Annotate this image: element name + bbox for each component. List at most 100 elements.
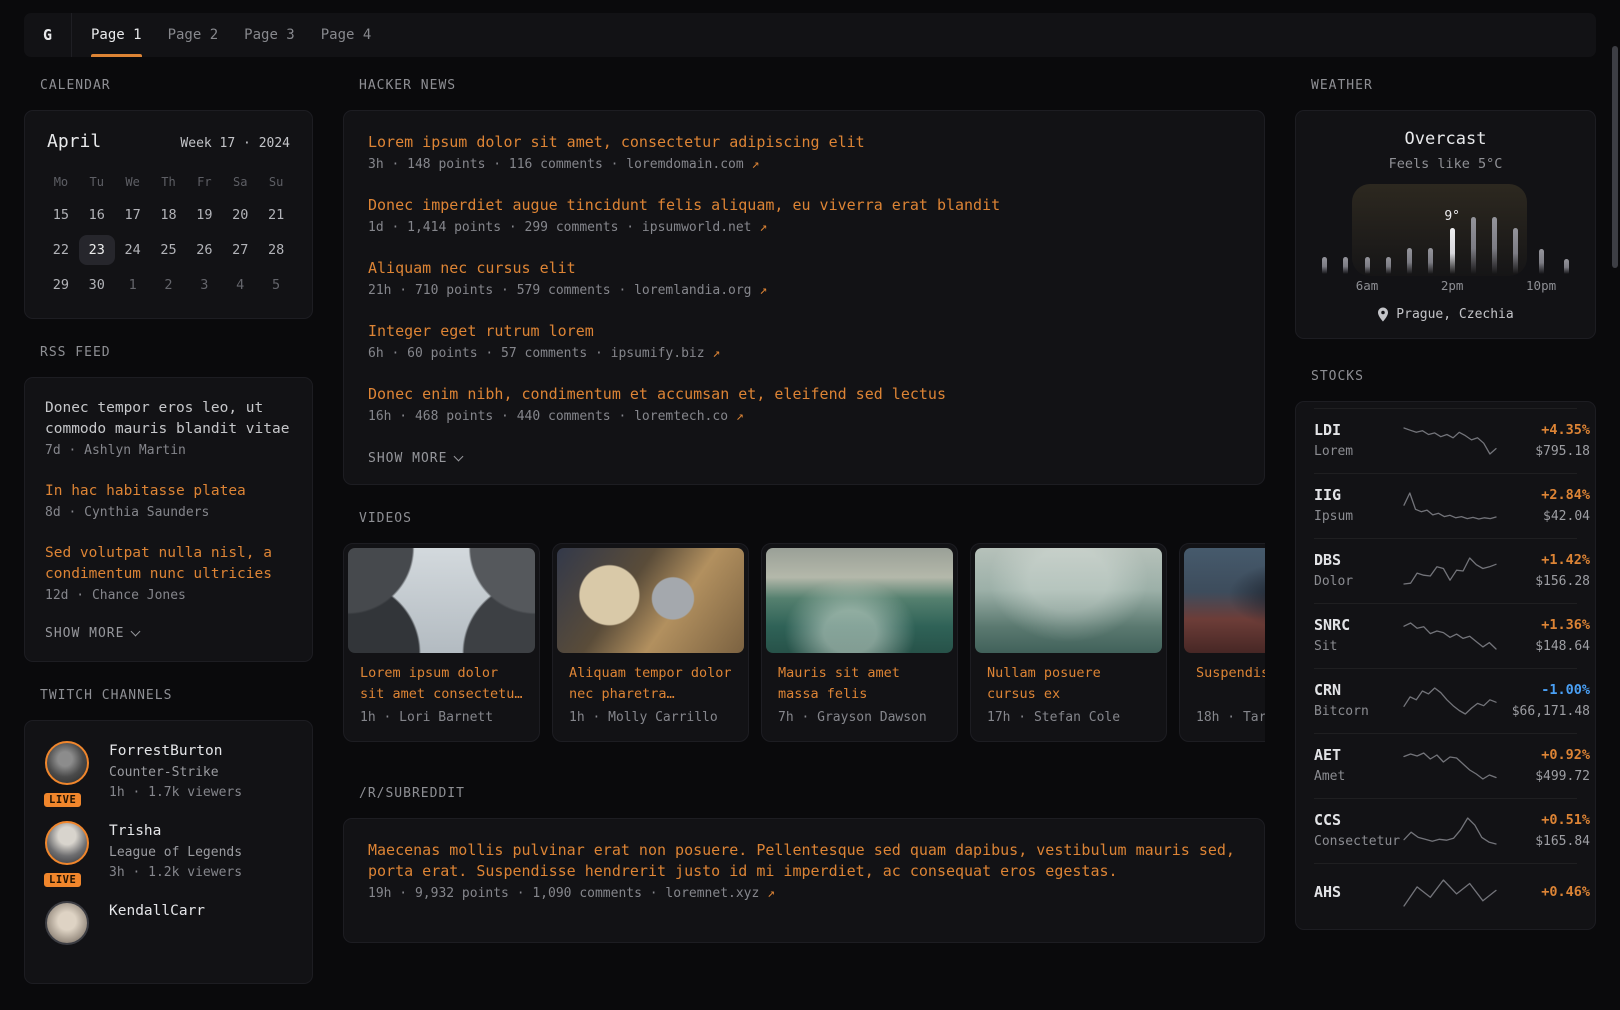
weather-hour-cell [1314,188,1335,294]
hn-item-meta-text: 16h · 468 points · 440 comments · loremt… [368,409,728,424]
stock-row[interactable]: DBS Dolor +1.42% $156.28 [1314,538,1577,603]
video-thumbnail[interactable] [975,548,1162,653]
stock-company-name: Amet [1314,767,1402,786]
hn-item-title[interactable]: Donec imperdiet augue tincidunt felis al… [368,195,1240,216]
weather-tick-label: 10pm [1526,276,1556,294]
avatar[interactable] [45,741,89,785]
stock-symbol[interactable]: SNRC [1314,615,1402,635]
rss-item-title[interactable]: Sed volutpat nulla nisl, a condimentum n… [45,543,292,585]
rss-show-more-button[interactable]: SHOW MORE [45,626,139,641]
weather-bar [1343,257,1348,274]
video-title[interactable]: Lorem ipsum dolor sit amet consectetu… [360,663,523,705]
scrollbar-thumb[interactable] [1612,46,1618,268]
video-thumbnail[interactable] [348,548,535,653]
middle-column: HACKER NEWS Lorem ipsum dolor sit amet, … [343,78,1265,1010]
external-link-icon[interactable]: ↗ [712,346,720,361]
external-link-icon[interactable]: ↗ [767,886,775,901]
stock-row[interactable]: CRN Bitcorn -1.00% $66,171.48 [1314,668,1577,733]
twitch-channel-game[interactable]: League of Legends [109,843,242,863]
reddit-item-title[interactable]: Maecenas mollis pulvinar erat non posuer… [368,840,1240,882]
video-card[interactable]: Lorem ipsum dolor sit amet consectetu… 1… [343,543,540,742]
weather-tick-label: 2pm [1441,276,1464,294]
twitch-channel-name[interactable]: Trisha [109,821,242,841]
twitch-channel-name[interactable]: KendallCarr [109,901,205,921]
stock-symbol[interactable]: CRN [1314,680,1402,700]
stock-row[interactable]: LDI Lorem +4.35% $795.18 [1314,408,1577,473]
twitch-channel-name[interactable]: ForrestBurton [109,741,242,761]
video-title[interactable]: Mauris sit amet massa felis [778,663,941,705]
hn-item-meta: 16h · 468 points · 440 comments · loremt… [368,406,1240,427]
avatar[interactable] [45,821,89,865]
stock-row[interactable]: AHS +0.46% [1314,863,1577,923]
twitch-channel-row[interactable]: LIVE ForrestBurton Counter-Strike 1h · 1… [45,741,292,803]
video-thumbnail[interactable] [1184,548,1265,653]
weather-location: Prague, Czechia [1314,307,1577,322]
stock-symbol[interactable]: DBS [1314,550,1402,570]
video-thumbnail[interactable] [766,548,953,653]
stock-values: +0.46% [1498,882,1590,904]
nav-tabs: Page 1 Page 2 Page 3 Page 4 [78,13,384,57]
calendar-days-grid: 15 16 17 18 19 20 21 22 [43,200,294,300]
video-card[interactable]: Suspendisse diam 18h · Tara [1179,543,1265,742]
video-card[interactable]: Mauris sit amet massa felis 7h · Grayson… [761,543,958,742]
stock-identity: AET Amet [1314,745,1402,786]
video-title[interactable]: Nullam posuere cursus ex [987,663,1150,705]
stock-price: $148.64 [1498,637,1590,656]
video-title[interactable]: Suspendisse diam [1196,663,1265,705]
stock-symbol[interactable]: CCS [1314,810,1402,830]
stock-values: +0.92% $499.72 [1498,745,1590,786]
stock-identity: LDI Lorem [1314,420,1402,461]
twitch-channel-info: Trisha League of Legends 3h · 1.2k viewe… [109,821,242,883]
twitch-channel-row[interactable]: LIVE Trisha League of Legends 3h · 1.2k … [45,821,292,883]
calendar-dow-label: Fr [186,170,222,194]
video-title[interactable]: Aliquam tempor dolor nec pharetra… [569,663,732,705]
calendar-day-cell: 20 [222,200,258,230]
rss-item: In hac habitasse platea 8d · Cynthia Sau… [45,481,292,523]
twitch-channel-row[interactable]: KendallCarr [45,901,292,945]
stock-symbol[interactable]: AHS [1314,882,1402,902]
video-card-body: Nullam posuere cursus ex 17h · Stefan Co… [975,653,1162,737]
calendar-day-cell: 15 [43,200,79,230]
stock-symbol[interactable]: IIG [1314,485,1402,505]
external-link-icon[interactable]: ↗ [759,283,767,298]
external-link-icon[interactable]: ↗ [752,157,760,172]
calendar-day-cell: 26 [186,235,222,265]
calendar-dow-label: We [115,170,151,194]
calendar-day-cell: 23 [79,235,115,265]
stock-row[interactable]: IIG Ipsum +2.84% $42.04 [1314,473,1577,538]
stock-price: $165.84 [1498,832,1590,851]
nav-tab[interactable]: Page 3 [231,13,308,57]
avatar[interactable] [45,901,89,945]
stock-row[interactable]: AET Amet +0.92% $499.72 [1314,733,1577,798]
calendar-day-cell: 30 [79,270,115,300]
stock-values: +2.84% $42.04 [1498,485,1590,526]
app-logo[interactable]: G [24,13,72,57]
video-card[interactable]: Nullam posuere cursus ex 17h · Stefan Co… [970,543,1167,742]
external-link-icon[interactable]: ↗ [759,220,767,235]
stock-row[interactable]: CCS Consectetur +0.51% $165.84 [1314,798,1577,863]
stock-row[interactable]: SNRC Sit +1.36% $148.64 [1314,603,1577,668]
rss-item-title[interactable]: In hac habitasse platea [45,481,292,502]
hn-item-title[interactable]: Lorem ipsum dolor sit amet, consectetur … [368,132,1240,153]
nav-tab[interactable]: Page 2 [155,13,232,57]
hn-item-title[interactable]: Aliquam nec cursus elit [368,258,1240,279]
rss-item: Sed volutpat nulla nisl, a condimentum n… [45,543,292,606]
page-scrollbar[interactable] [1610,13,1618,913]
reddit-widget: /R/SUBREDDIT Maecenas mollis pulvinar er… [343,786,1265,943]
video-card[interactable]: Aliquam tempor dolor nec pharetra… 1h · … [552,543,749,742]
weather-feels-like: Feels like 5°C [1314,156,1577,172]
hn-item-title[interactable]: Donec enim nibh, condimentum et accumsan… [368,384,1240,405]
weather-bar [1322,257,1327,274]
nav-tab[interactable]: Page 1 [78,13,155,57]
video-thumbnail[interactable] [557,548,744,653]
hn-item-title[interactable]: Integer eget rutrum lorem [368,321,1240,342]
stock-identity: AHS [1314,882,1402,904]
twitch-channel-game[interactable]: Counter-Strike [109,763,242,783]
stock-symbol[interactable]: LDI [1314,420,1402,440]
external-link-icon[interactable]: ↗ [736,409,744,424]
stock-symbol[interactable]: AET [1314,745,1402,765]
rss-item-title[interactable]: Donec tempor eros leo, ut commodo mauris… [45,398,292,440]
weather-hour-cell [1484,188,1505,294]
nav-tab[interactable]: Page 4 [308,13,385,57]
hn-show-more-button[interactable]: SHOW MORE [368,451,462,466]
